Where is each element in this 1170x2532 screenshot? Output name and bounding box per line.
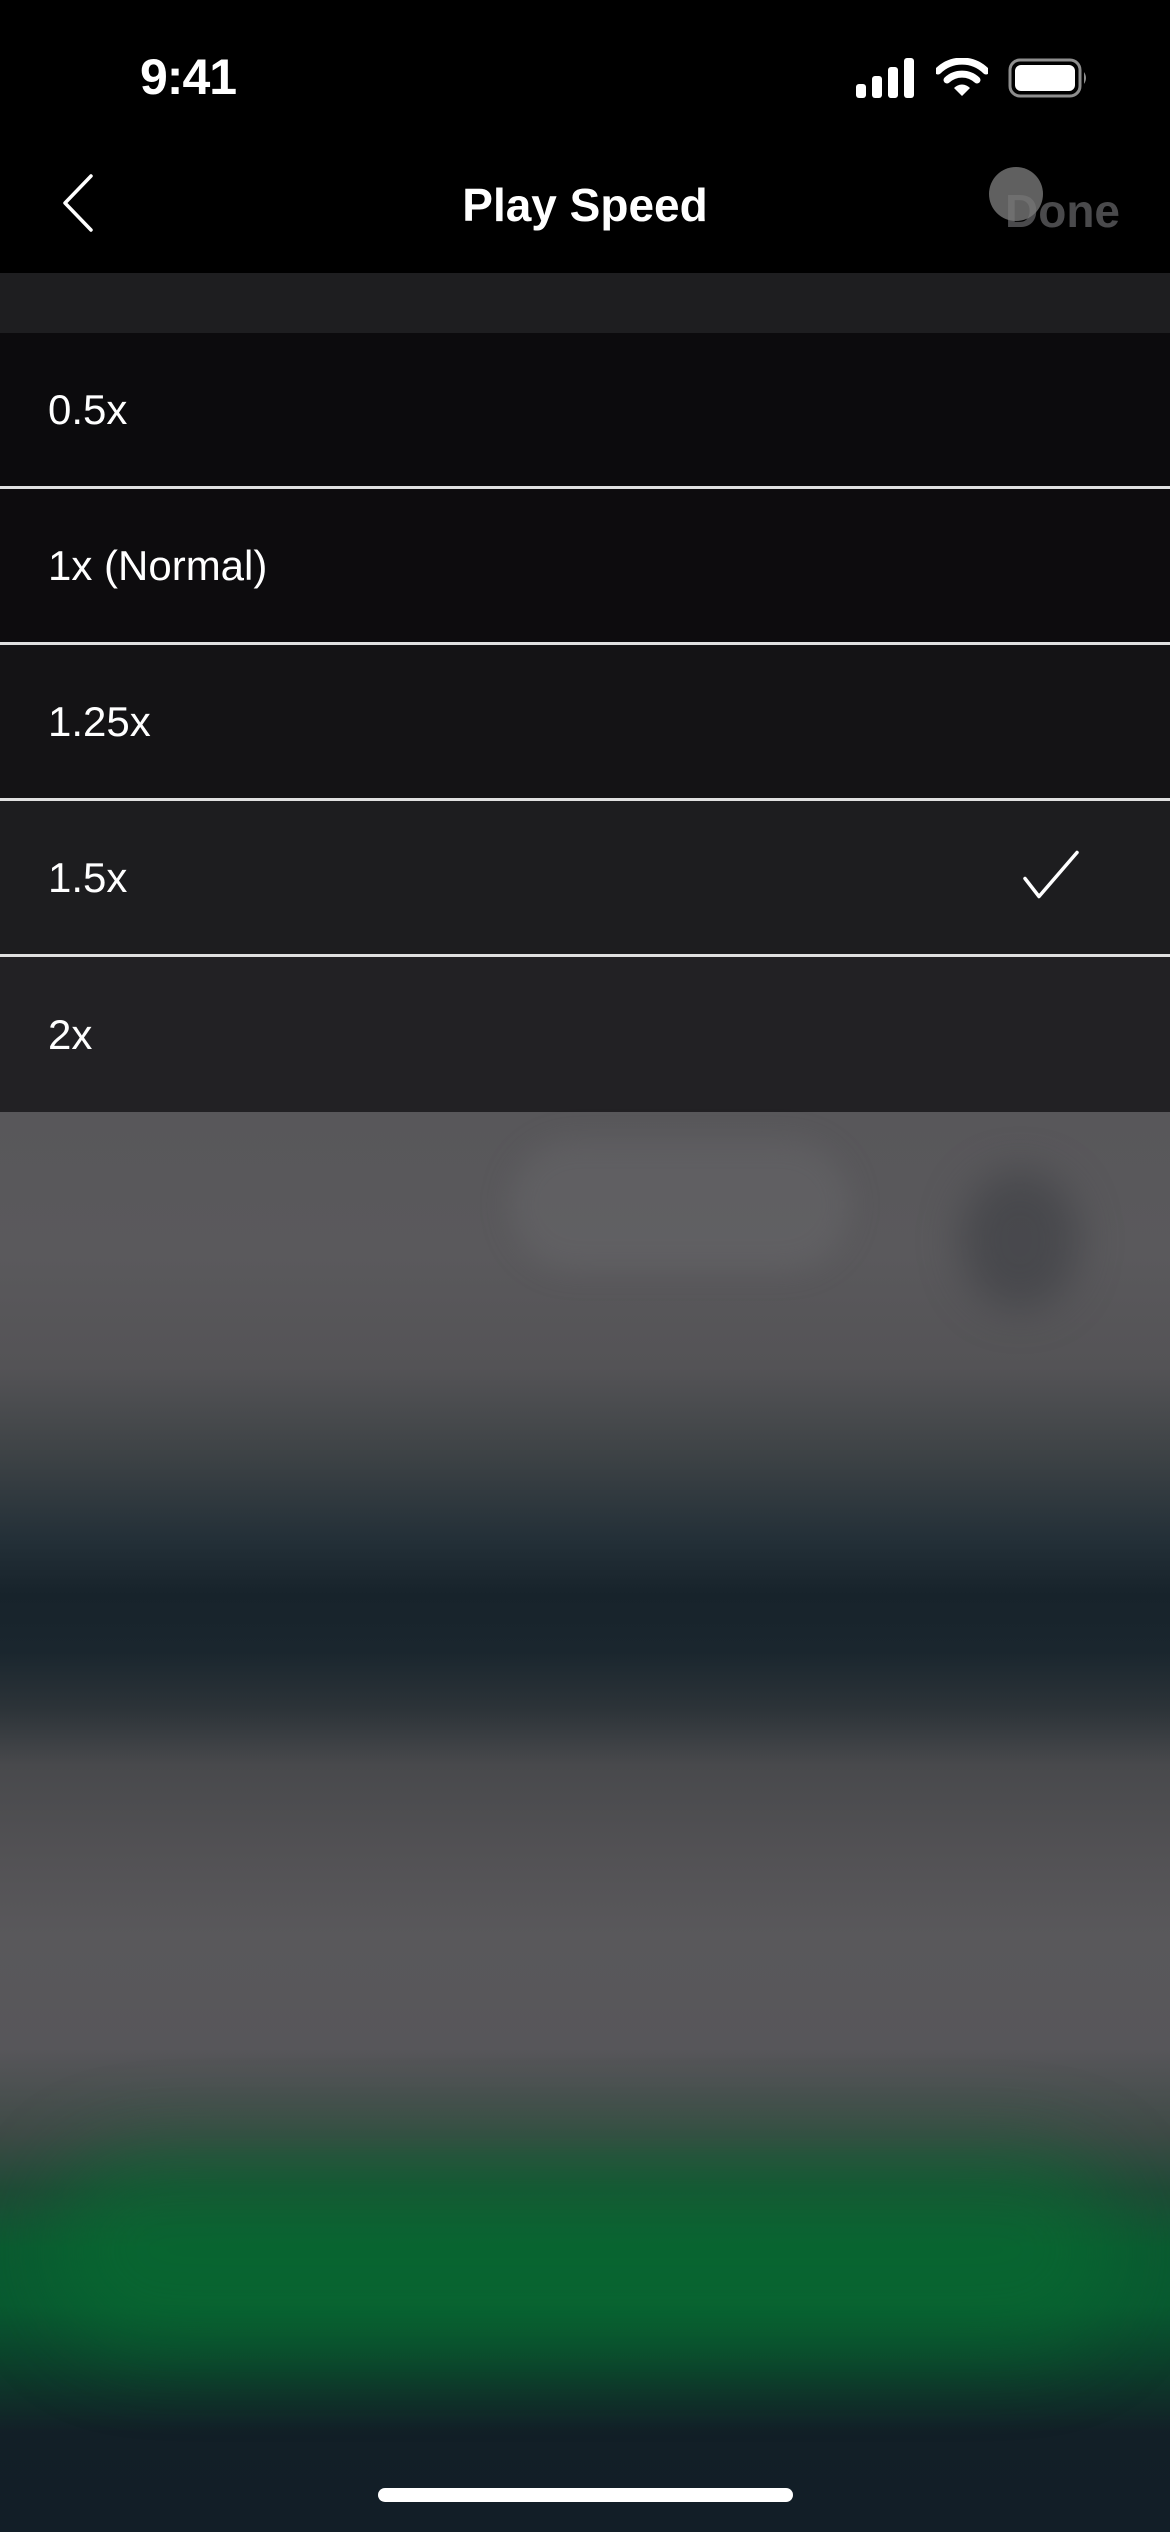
blurred-circle-shape bbox=[960, 1170, 1080, 1310]
status-time: 9:41 bbox=[140, 49, 237, 105]
touch-indicator bbox=[989, 167, 1043, 221]
status-icons bbox=[856, 57, 1090, 103]
blurred-pill-shape bbox=[510, 1140, 850, 1270]
speed-option-label: 1.25x bbox=[48, 697, 151, 745]
speed-option-label: 1.5x bbox=[48, 853, 128, 901]
status-bar: 9:41 bbox=[0, 0, 1170, 140]
speed-option-label: 0.5x bbox=[48, 385, 128, 433]
speed-option-1-25x[interactable]: 1.25x bbox=[0, 645, 1170, 801]
speed-option-1-5x[interactable]: 1.5x bbox=[0, 801, 1170, 957]
speed-option-1x-normal[interactable]: 1x (Normal) bbox=[0, 489, 1170, 645]
checkmark-icon bbox=[1022, 849, 1080, 906]
speed-options-list: 0.5x 1x (Normal) 1.25x 1.5x 2x bbox=[0, 333, 1170, 1113]
speed-option-2x[interactable]: 2x bbox=[0, 957, 1170, 1113]
wifi-icon bbox=[934, 57, 990, 103]
speed-option-label: 1x (Normal) bbox=[48, 541, 268, 589]
speed-option-0-5x[interactable]: 0.5x bbox=[0, 333, 1170, 489]
battery-icon bbox=[1008, 58, 1090, 103]
home-indicator[interactable] bbox=[378, 2488, 793, 2502]
speed-option-label: 2x bbox=[48, 1011, 93, 1058]
play-speed-screen: 9:41 Play Speed Done 0.5x 1x (Normal) 1.… bbox=[0, 0, 1170, 2532]
cellular-signal-icon bbox=[856, 58, 916, 103]
section-header-spacer bbox=[0, 273, 1170, 333]
blurred-green-button bbox=[50, 2150, 1120, 2350]
